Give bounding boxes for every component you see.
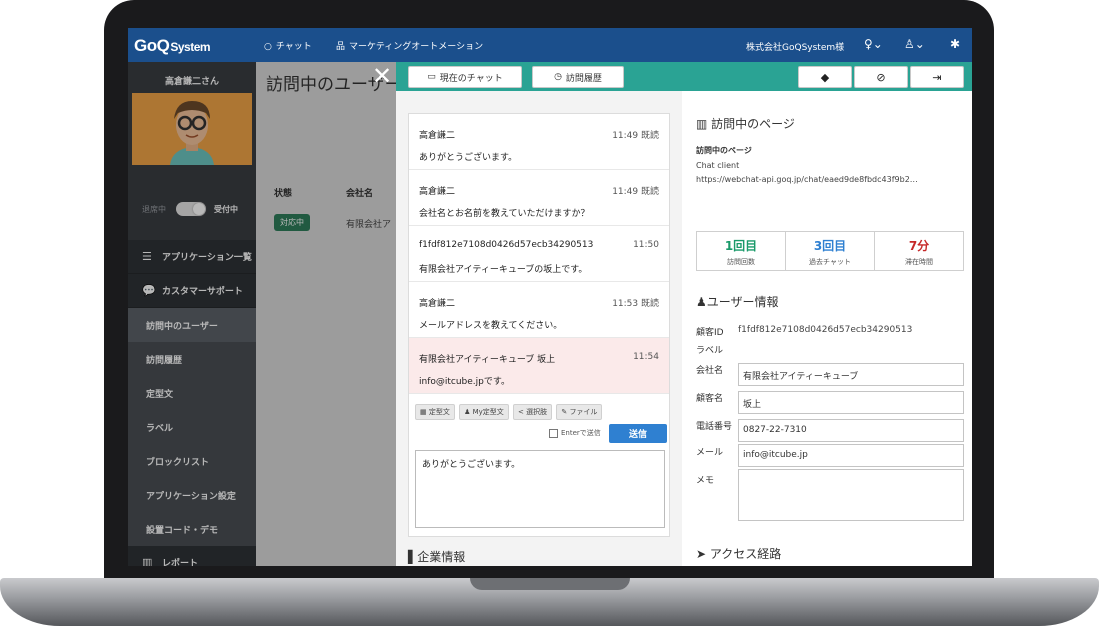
page-url[interactable]: https://webchat-api.goq.jp/chat/eaed9de8… — [696, 175, 918, 184]
gear-icon[interactable]: ✱ — [950, 37, 960, 51]
sign-out-icon: ⇥ — [932, 70, 942, 84]
email-field-label: メール — [696, 448, 724, 458]
message-input[interactable]: ありがとうございます。 — [415, 450, 665, 528]
tab-current-chat[interactable]: ▭ 現在のチャット — [408, 66, 522, 88]
user-menu-icon[interactable]: ♙⌄ — [904, 37, 925, 51]
template-button[interactable]: ▦ 定型文 — [415, 404, 455, 420]
choice-button[interactable]: < 選択肢 — [513, 404, 553, 420]
company-name: 株式会社GoQSystem様 — [746, 43, 845, 53]
memo-field[interactable] — [738, 469, 964, 521]
customer-id-label: 顧客ID — [696, 328, 724, 338]
memo-field-label: メモ — [696, 476, 715, 486]
phone-field-label: 電話番号 — [696, 422, 733, 432]
history-icon: ◷ — [554, 72, 562, 82]
access-path-heading: ➤ アクセス経路 — [696, 547, 782, 561]
nav-marketing-automation[interactable]: 品マーケティングオートメーション — [336, 39, 483, 52]
chat-tools: ▦ 定型文 ♟ My定型文 < 選択肢 ✎ ファイル — [415, 404, 604, 420]
stat-visit-count: 1回目 訪問回数 — [697, 232, 786, 270]
email-field[interactable]: info@itcube.jp — [738, 444, 964, 467]
file-button[interactable]: ✎ ファイル — [556, 404, 603, 420]
phone-field[interactable]: 0827-22-7310 — [738, 419, 964, 442]
exit-button[interactable]: ⇥ — [910, 66, 964, 88]
enter-to-send[interactable]: Enterで送信 — [549, 428, 601, 438]
top-navbar: GoQSystem ○ チャット 品マーケティングオートメーション 株式会社GoQ… — [128, 28, 972, 62]
lightbulb-icon[interactable]: ♀⌄ — [864, 37, 883, 51]
my-template-button[interactable]: ♟ My定型文 — [459, 404, 509, 420]
chat-message: 有限会社アイティーキューブ 坂上 11:54 info@itcube.jpです。 — [409, 338, 669, 394]
company-field-label: 会社名 — [696, 366, 724, 376]
customer-id: f1fdf812e7108d0426d57ecb34290513 — [738, 325, 913, 335]
chat-square-icon: ▭ — [427, 72, 436, 82]
app-screen: GoQSystem ○ チャット 品マーケティングオートメーション 株式会社GoQ… — [128, 28, 972, 566]
visiting-page-heading: ▥ 訪問中のページ — [696, 117, 795, 131]
tab-visit-history[interactable]: ◷ 訪問履歴 — [532, 66, 624, 88]
modal-toolbar: ▭ 現在のチャット ◷ 訪問履歴 ◆ ⊘ ⇥ — [396, 62, 972, 91]
tag-icon: ◆ — [820, 70, 830, 84]
location-arrow-icon: ➤ — [696, 547, 707, 561]
block-icon: ⊘ — [876, 70, 886, 84]
chat-message: f1fdf812e7108d0426d57ecb34290513 11:50 有限会… — [409, 226, 669, 282]
laptop-notch — [470, 578, 630, 590]
bar-chart-icon: ▥ — [696, 117, 708, 131]
chat-icon: ○ — [264, 42, 272, 52]
user-icon: ♟ — [696, 295, 707, 309]
chat-message: 高倉謙二 11:53 既読 メールアドレスを教えてください。 — [409, 282, 669, 338]
company-info-heading: ▌企業情報 — [408, 550, 466, 564]
chat-message: 高倉謙二 11:49 既読 会社名とお名前を教えていただけますか？ — [409, 170, 669, 226]
nav-chat[interactable]: ○ チャット — [264, 39, 312, 52]
building-icon: ▌ — [408, 550, 418, 564]
label-label: ラベル — [696, 346, 724, 356]
chat-modal: ▭ 現在のチャット ◷ 訪問履歴 ◆ ⊘ ⇥ 高倉謙二 11:49 既読 ありがとうござ… — [396, 62, 972, 566]
company-field[interactable]: 有限会社アイティーキューブ — [738, 363, 964, 386]
page-name: Chat client — [696, 161, 740, 170]
chat-panel: 高倉謙二 11:49 既読 ありがとうございます。 高倉謙二 11:49 既読 会社名と… — [408, 113, 670, 537]
stat-stay-time: 7分 滞在時間 — [905, 239, 933, 266]
tag-button[interactable]: ◆ — [798, 66, 852, 88]
name-field-label: 顧客名 — [696, 394, 724, 404]
send-button[interactable]: 送信 — [609, 424, 667, 443]
enter-send-checkbox[interactable] — [549, 428, 558, 438]
sitemap-icon: 品 — [336, 42, 346, 52]
close-icon[interactable]: ✕ — [372, 62, 392, 90]
stat-past-chats: 3回目 過去チャット — [786, 232, 875, 270]
name-field[interactable]: 坂上 — [738, 391, 964, 414]
user-info-heading: ♟ユーザー情報 — [696, 295, 779, 309]
visiting-page-label: 訪問中のページ — [696, 146, 752, 155]
chat-message: 高倉謙二 11:49 既読 ありがとうございます。 — [409, 114, 669, 170]
goq-logo[interactable]: GoQSystem — [134, 36, 211, 56]
visit-stats: 1回目 訪問回数 3回目 過去チャット 7分 滞在時間 — [696, 231, 964, 271]
block-button[interactable]: ⊘ — [854, 66, 908, 88]
info-panel: ▥ 訪問中のページ 訪問中のページ Chat client https://we… — [682, 91, 972, 566]
